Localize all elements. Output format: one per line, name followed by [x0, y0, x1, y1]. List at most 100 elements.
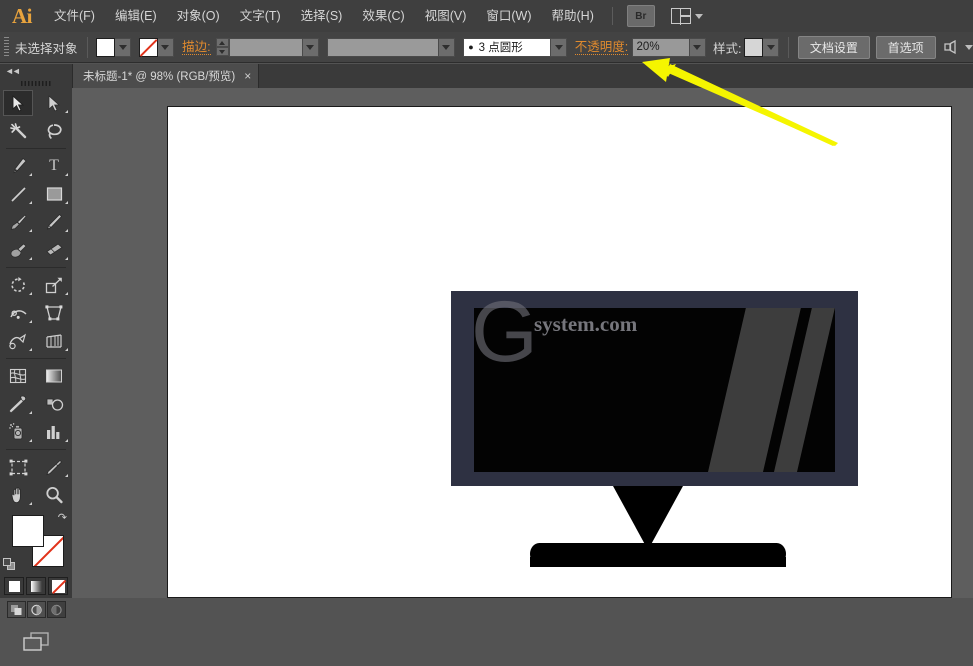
blob-brush-tool[interactable]: [0, 236, 36, 264]
gradient-icon: [46, 369, 62, 383]
slice-tool[interactable]: [36, 453, 72, 481]
column-graph-tool[interactable]: [36, 418, 72, 446]
selection-arrow-icon: [12, 94, 24, 112]
stroke-color-control[interactable]: [138, 37, 174, 57]
menu-effect[interactable]: 效果(C): [352, 0, 414, 32]
preferences-button[interactable]: 首选项: [875, 35, 936, 59]
stroke-profile-input[interactable]: [326, 37, 439, 57]
menu-select[interactable]: 选择(S): [291, 0, 353, 32]
monitor-base-fill: [530, 557, 786, 567]
lasso-tool[interactable]: [36, 117, 72, 145]
brush-definition-control[interactable]: ● 3 点圆形: [463, 37, 568, 57]
brush-definition-dropdown[interactable]: [551, 37, 568, 57]
magic-wand-icon: [9, 122, 26, 138]
menu-edit[interactable]: 编辑(E): [105, 0, 167, 32]
double-chevron-left-icon[interactable]: ◄◄: [5, 66, 21, 76]
none-mode-button[interactable]: [48, 577, 68, 595]
selection-tool[interactable]: [0, 89, 36, 117]
document-setup-button[interactable]: 文档设置: [797, 35, 870, 59]
free-transform-tool[interactable]: [36, 299, 72, 327]
paintbrush-tool[interactable]: [0, 208, 36, 236]
draw-inside-button[interactable]: [46, 601, 66, 618]
stepper-down-button[interactable]: [215, 47, 229, 56]
menu-file[interactable]: 文件(F): [44, 0, 105, 32]
gradient-mode-button[interactable]: [26, 577, 46, 595]
solid-color-icon: [8, 580, 20, 592]
symbol-sprayer-tool[interactable]: [0, 418, 36, 446]
menu-view[interactable]: 视图(V): [415, 0, 477, 32]
stroke-weight-dropdown[interactable]: [302, 37, 319, 57]
brush-definition-value[interactable]: ● 3 点圆形: [463, 37, 552, 57]
opacity-control[interactable]: 20%: [631, 37, 706, 57]
chevron-down-icon: [693, 44, 702, 50]
arrange-documents-button[interactable]: [670, 7, 703, 25]
bridge-button[interactable]: Br: [626, 5, 655, 27]
menu-divider: [611, 7, 613, 25]
width-tool[interactable]: [0, 299, 36, 327]
pencil-tool[interactable]: [36, 208, 72, 236]
stroke-dropdown-button[interactable]: [157, 37, 174, 57]
hand-tool[interactable]: [0, 481, 36, 509]
shape-builder-tool[interactable]: [0, 327, 36, 355]
artboard[interactable]: G system.com: [167, 106, 952, 598]
close-icon[interactable]: ×: [244, 70, 251, 82]
direct-selection-tool[interactable]: [36, 89, 72, 117]
menu-window[interactable]: 窗口(W): [476, 0, 541, 32]
magic-wand-tool[interactable]: [0, 117, 36, 145]
menu-object[interactable]: 对象(O): [167, 0, 230, 32]
panel-options-icon[interactable]: [944, 39, 961, 55]
stroke-profile-dropdown[interactable]: [438, 37, 455, 57]
type-tool[interactable]: T: [36, 152, 72, 180]
stroke-weight-label[interactable]: 描边:: [182, 40, 211, 55]
fill-swatch[interactable]: [96, 37, 116, 57]
triangle-up-icon: [219, 40, 226, 45]
fill-dropdown-button[interactable]: [115, 37, 132, 57]
draw-normal-button[interactable]: [6, 601, 26, 618]
artboard-icon: [9, 459, 27, 475]
stroke-profile-control[interactable]: [326, 37, 455, 57]
zoom-tool[interactable]: [36, 481, 72, 509]
blend-tool[interactable]: [36, 390, 72, 418]
rectangle-tool[interactable]: [36, 180, 72, 208]
mesh-tool[interactable]: [0, 362, 36, 390]
change-screen-mode-button[interactable]: [22, 631, 50, 657]
fill-stroke-widget[interactable]: ↷: [0, 509, 72, 575]
stroke-weight-input[interactable]: [228, 37, 303, 57]
stroke-weight-stepper[interactable]: [215, 38, 229, 56]
eyedropper-tool[interactable]: [0, 390, 36, 418]
style-dropdown-button[interactable]: [763, 37, 779, 57]
default-fill-stroke-icon[interactable]: [3, 558, 16, 571]
fill-color-box[interactable]: [12, 515, 44, 547]
eraser-tool[interactable]: [36, 236, 72, 264]
stroke-swatch-none[interactable]: [138, 37, 158, 57]
graphic-style-control[interactable]: [744, 37, 779, 57]
opacity-label[interactable]: 不透明度:: [574, 40, 629, 55]
perspective-grid-tool[interactable]: [36, 327, 72, 355]
tool-group-indicator: [29, 229, 32, 232]
opacity-input[interactable]: 20%: [631, 37, 690, 57]
opacity-dropdown[interactable]: [689, 37, 706, 57]
style-swatch[interactable]: [744, 37, 763, 57]
control-bar-grip[interactable]: [4, 36, 9, 58]
tools-panel-grip[interactable]: [0, 77, 72, 89]
artboard-tool[interactable]: [0, 453, 36, 481]
monitor-illustration[interactable]: G system.com: [451, 284, 858, 567]
app-logo: Ai: [12, 3, 33, 28]
swap-fill-stroke-icon[interactable]: ↷: [58, 511, 67, 524]
scale-tool[interactable]: [36, 271, 72, 299]
tools-panel-header[interactable]: ◄◄: [0, 64, 72, 77]
fill-color-control[interactable]: [96, 37, 132, 57]
menu-help[interactable]: 帮助(H): [542, 0, 604, 32]
document-tab[interactable]: 未标题-1* @ 98% (RGB/预览) ×: [72, 64, 260, 88]
stroke-weight-control[interactable]: [228, 37, 319, 57]
stepper-up-button[interactable]: [215, 38, 229, 47]
rotate-tool[interactable]: [0, 271, 36, 299]
gradient-tool[interactable]: [36, 362, 72, 390]
line-segment-tool[interactable]: [0, 180, 36, 208]
canvas-area[interactable]: G system.com: [72, 88, 973, 598]
pen-tool[interactable]: [0, 152, 36, 180]
menu-type[interactable]: 文字(T): [230, 0, 291, 32]
draw-behind-button[interactable]: [26, 601, 46, 618]
color-mode-button[interactable]: [4, 577, 24, 595]
chevron-down-icon[interactable]: [964, 44, 973, 50]
